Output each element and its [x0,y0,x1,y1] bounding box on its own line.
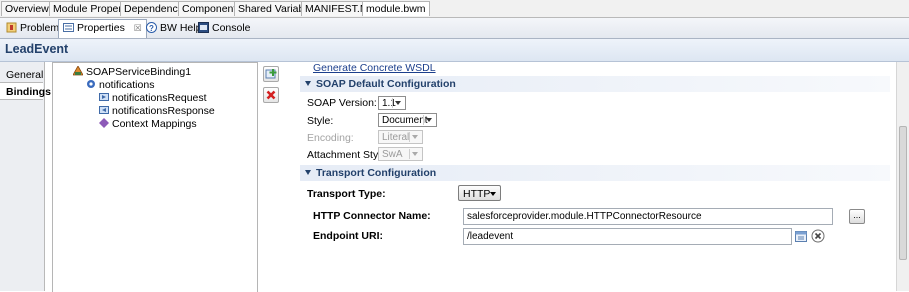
collapse-triangle-icon [305,170,311,175]
clear-uri-icon[interactable] [811,229,825,243]
add-binding-button[interactable] [263,66,279,82]
style-value: Document [382,115,428,126]
endpoint-uri-field[interactable]: /leadevent [463,228,792,245]
soap-binding-icon [72,65,84,76]
chevron-down-icon [490,192,496,196]
chevron-down-icon [409,132,421,142]
input-message-icon [99,92,109,102]
close-icon[interactable]: ☒ [134,23,142,33]
attachment-style-select: SwA [378,147,423,161]
problems-icon [6,22,17,33]
transport-section-title: Transport Configuration [316,167,437,179]
soap-version-label: SOAP Version: [307,97,377,109]
style-select[interactable]: Document [378,113,437,127]
tree-node-operation[interactable]: notifications [86,79,154,92]
attachment-style-value: SwA [382,149,403,160]
chevron-down-icon [423,115,435,125]
generate-wsdl-link[interactable]: Generate Concrete WSDL [313,62,436,74]
chevron-down-icon [409,149,421,159]
binding-tree: SOAPServiceBinding1 notifications notifi… [52,62,258,292]
collapse-triangle-icon [305,81,311,86]
properties-header: LeadEvent [0,39,909,62]
tab-console[interactable]: Console [194,20,255,36]
attachment-style-label: Attachment Style: [307,149,390,161]
chevron-down-icon [392,98,404,108]
output-message-icon [99,105,109,115]
encoding-select: Literal [378,130,423,144]
style-label: Style: [307,115,334,127]
tree-node-request[interactable]: notificationsRequest [99,92,207,105]
tab-overview[interactable]: Overview [1,1,53,16]
tree-node-response-label: notificationsResponse [112,105,215,117]
tab-properties-label: Properties [77,22,125,34]
help-icon: ? [146,22,157,33]
http-connector-label: HTTP Connector Name: [313,210,431,222]
transport-section-header[interactable]: Transport Configuration [300,165,890,181]
soap-version-select[interactable]: 1.1 [378,96,406,110]
delete-icon [266,90,276,100]
edit-uri-icon[interactable] [795,230,808,243]
tree-node-request-label: notificationsRequest [112,92,207,104]
tab-module-bwm[interactable]: module.bwm [362,1,430,16]
transport-type-select[interactable]: HTTP [458,185,501,201]
endpoint-uri-label: Endpoint URI: [313,230,383,242]
transport-type-label: Transport Type: [307,188,386,200]
tree-node-binding-label: SOAPServiceBinding1 [86,66,192,78]
delete-binding-button[interactable] [263,87,279,103]
tree-node-binding[interactable]: SOAPServiceBinding1 [72,65,192,79]
browse-button[interactable]: ... [849,209,865,224]
vertical-scrollbar[interactable] [896,62,909,291]
tab-console-label: Console [212,22,251,34]
tree-node-operation-label: notifications [99,79,155,91]
soap-section-title: SOAP Default Configuration [316,78,456,90]
add-icon [265,69,277,79]
properties-side-tabs: General Bindings [0,62,51,291]
encoding-value: Literal [382,132,410,143]
properties-icon [63,22,74,33]
side-tab-bindings[interactable]: Bindings [0,82,51,100]
soap-section-header[interactable]: SOAP Default Configuration [300,76,890,92]
view-tab-bar: Problems Properties ☒ ? BW Help Console [0,18,909,39]
encoding-label: Encoding: [307,132,354,144]
gear-icon [86,79,96,89]
tree-node-response[interactable]: notificationsResponse [99,105,215,118]
svg-text:?: ? [149,24,154,33]
tree-node-context-mappings[interactable]: Context Mappings [99,118,197,131]
page-title: LeadEvent [5,42,69,56]
scrollbar-thumb[interactable] [899,126,907,260]
http-connector-field[interactable]: salesforceprovider.module.HTTPConnectorR… [463,208,833,225]
editor-tab-bar: Overview Module Properties Dependencies … [0,0,909,18]
context-mapping-icon [99,118,109,128]
console-icon [198,22,209,33]
tab-properties[interactable]: Properties ☒ [58,19,147,38]
tree-node-context-label: Context Mappings [112,118,197,130]
transport-type-value: HTTP [463,188,491,200]
binding-details: Generate Concrete WSDL SOAP Default Conf… [292,62,896,291]
